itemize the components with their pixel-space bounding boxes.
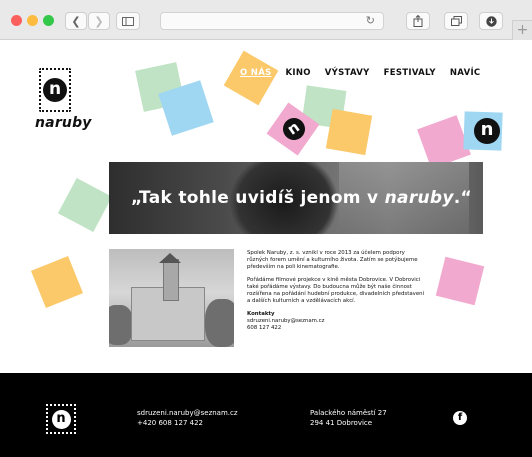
contact-phone: 608 127 422 [247, 325, 282, 331]
footer: n sdruzeni.naruby@seznam.cz +420 608 127… [0, 373, 532, 457]
nav-item-navic[interactable]: NAVÍC [450, 68, 481, 78]
downloads-button[interactable] [479, 12, 503, 30]
stamp-logo-icon: n [474, 118, 500, 144]
logo-text: naruby [35, 115, 92, 131]
nav-item-kino[interactable]: KINO [286, 68, 311, 78]
chevron-right-icon: ❯ [94, 14, 104, 28]
footer-phone: +420 608 127 422 [137, 419, 203, 427]
footer-address: Palackého náměstí 27 294 41 Dobrovice [310, 409, 387, 427]
decorative-stamp [223, 50, 279, 106]
facebook-icon[interactable]: f [453, 411, 467, 425]
site-logo[interactable]: n naruby [35, 68, 92, 131]
plus-icon: + [516, 22, 529, 38]
share-icon [413, 15, 423, 27]
address-bar[interactable]: ↻ [160, 12, 384, 30]
back-button[interactable]: ❮ [65, 12, 87, 30]
contact-email[interactable]: sdruzeni.naruby@seznam.cz [247, 318, 324, 324]
decorative-stamp [325, 108, 373, 156]
about-text: Spolek Naruby, z. s. vznikl v roce 2013 … [247, 250, 427, 338]
close-window-button[interactable] [11, 15, 22, 26]
logo-stamp-icon: n [39, 68, 71, 112]
decorative-stamp [31, 255, 83, 309]
download-icon [485, 15, 497, 27]
town-photo [109, 249, 234, 347]
browser-toolbar: ❮ ❯ ↻ + [0, 0, 532, 40]
footer-email[interactable]: sdruzeni.naruby@seznam.cz [137, 408, 238, 418]
tabs-overview-button[interactable] [444, 12, 468, 30]
decorative-stamp [57, 177, 113, 233]
main-nav: O NÁS KINO VÝSTAVY FESTIVALY NAVÍC [240, 68, 494, 78]
nav-item-festivaly[interactable]: FESTIVALY [384, 68, 436, 78]
tabs-icon [450, 16, 462, 26]
stamp-logo-icon: n [278, 113, 310, 145]
reload-icon[interactable]: ↻ [366, 14, 375, 27]
contact-heading: Kontakty [247, 311, 275, 317]
footer-contact: sdruzeni.naruby@seznam.cz +420 608 127 4… [137, 408, 238, 428]
footer-logo-icon[interactable]: n [46, 404, 76, 434]
sidebar-icon [122, 16, 134, 26]
contact-block: Kontakty sdruzeni.naruby@seznam.cz 608 1… [247, 311, 427, 332]
nav-item-o-nas[interactable]: O NÁS [240, 68, 272, 78]
about-paragraph: Pořádáme filmové projekce v kině města D… [247, 277, 425, 304]
nav-item-vystavy[interactable]: VÝSTAVY [325, 68, 370, 78]
new-tab-button[interactable]: + [512, 20, 532, 40]
minimize-window-button[interactable] [27, 15, 38, 26]
forward-button[interactable]: ❯ [88, 12, 110, 30]
decorative-stamp [435, 256, 485, 306]
hero-banner: „Tak tohle uvidíš jenom v naruby.“ [109, 162, 483, 234]
share-button[interactable] [406, 12, 430, 30]
sidebar-button[interactable] [116, 12, 140, 30]
about-paragraph: Spolek Naruby, z. s. vznikl v roce 2013 … [247, 250, 418, 270]
decorative-stamp [158, 80, 214, 136]
chevron-left-icon: ❮ [71, 14, 81, 28]
zoom-window-button[interactable] [43, 15, 54, 26]
hero-title: „Tak tohle uvidíš jenom v naruby.“ [131, 188, 472, 208]
